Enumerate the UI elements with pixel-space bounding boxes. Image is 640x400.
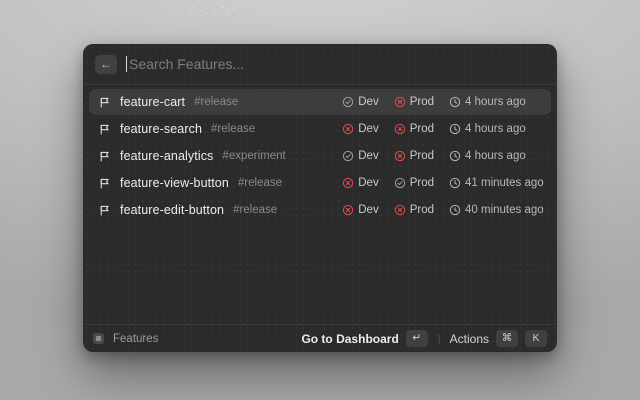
updated-time: 4 hours ago (449, 150, 545, 162)
dev-status-label: Dev (358, 204, 378, 216)
x-circle-icon (394, 150, 406, 162)
x-circle-icon (342, 123, 354, 135)
prod-status: Prod (394, 96, 434, 108)
dev-status-label: Dev (358, 150, 378, 162)
actions-button[interactable]: Actions (450, 332, 489, 346)
flag-icon (98, 177, 111, 190)
prod-status: Prod (394, 177, 434, 189)
prod-status: Prod (394, 123, 434, 135)
feature-row[interactable]: feature-search #release Dev Prod (89, 116, 551, 142)
prod-status-label: Prod (410, 177, 434, 189)
feature-row[interactable]: feature-edit-button #release Dev Prod (89, 197, 551, 223)
feature-row[interactable]: feature-view-button #release Dev Prod (89, 170, 551, 196)
dev-status: Dev (342, 96, 378, 108)
cmd-key-badge[interactable]: ⌘ (496, 330, 518, 347)
updated-time: 40 minutes ago (449, 204, 545, 216)
footer-source-label: Features (113, 333, 158, 345)
prod-status-label: Prod (410, 123, 434, 135)
feature-name: feature-analytics (120, 149, 213, 163)
updated-time-label: 40 minutes ago (465, 204, 544, 216)
feature-tag: #release (238, 177, 282, 189)
clock-icon (449, 123, 461, 135)
prod-status: Prod (394, 204, 434, 216)
prod-status-label: Prod (410, 204, 434, 216)
k-key-badge[interactable]: K (525, 330, 547, 347)
search-input[interactable]: Search Features... (129, 56, 244, 72)
dev-status: Dev (342, 150, 378, 162)
dev-status-label: Dev (358, 123, 378, 135)
updated-time: 41 minutes ago (449, 177, 545, 189)
footer-separator: | (438, 333, 441, 345)
feature-name: feature-view-button (120, 176, 229, 190)
feature-row[interactable]: feature-cart #release Dev Prod 4 (89, 89, 551, 115)
prod-status: Prod (394, 150, 434, 162)
dev-status: Dev (342, 204, 378, 216)
features-extension-icon (93, 333, 104, 344)
footer-bar: Features Go to Dashboard ↵ | Actions ⌘ K (83, 324, 557, 352)
check-circle-icon (342, 150, 354, 162)
flag-icon (98, 150, 111, 163)
results-list: feature-cart #release Dev Prod 4 (83, 85, 557, 324)
text-cursor (126, 56, 127, 72)
prod-status-label: Prod (410, 96, 434, 108)
x-circle-icon (342, 204, 354, 216)
feature-name: feature-edit-button (120, 203, 224, 217)
dev-status: Dev (342, 177, 378, 189)
flag-icon (98, 123, 111, 136)
command-palette-window: ← Search Features... feature-cart #relea… (83, 44, 557, 352)
feature-row[interactable]: feature-analytics #experiment Dev Prod (89, 143, 551, 169)
prod-status-label: Prod (410, 150, 434, 162)
back-arrow-icon: ← (100, 58, 112, 70)
search-bar: ← Search Features... (83, 44, 557, 84)
feature-tag: #release (211, 123, 255, 135)
clock-icon (449, 96, 461, 108)
updated-time-label: 41 minutes ago (465, 177, 544, 189)
check-circle-icon (342, 96, 354, 108)
flag-icon (98, 96, 111, 109)
feature-tag: #release (233, 204, 277, 216)
x-circle-icon (342, 177, 354, 189)
updated-time-label: 4 hours ago (465, 150, 526, 162)
updated-time-label: 4 hours ago (465, 96, 526, 108)
feature-name: feature-cart (120, 95, 185, 109)
feature-tag: #experiment (222, 150, 285, 162)
check-circle-icon (394, 177, 406, 189)
clock-icon (449, 177, 461, 189)
dev-status-label: Dev (358, 177, 378, 189)
flag-icon (98, 204, 111, 217)
enter-key-badge[interactable]: ↵ (406, 330, 428, 347)
clock-icon (449, 204, 461, 216)
updated-time-label: 4 hours ago (465, 123, 526, 135)
go-to-dashboard-button[interactable]: Go to Dashboard (301, 332, 398, 346)
dev-status-label: Dev (358, 96, 378, 108)
x-circle-icon (394, 96, 406, 108)
dev-status: Dev (342, 123, 378, 135)
feature-name: feature-search (120, 122, 202, 136)
feature-tag: #release (194, 96, 238, 108)
updated-time: 4 hours ago (449, 96, 545, 108)
back-button[interactable]: ← (95, 55, 117, 74)
x-circle-icon (394, 204, 406, 216)
updated-time: 4 hours ago (449, 123, 545, 135)
x-circle-icon (394, 123, 406, 135)
background-sparkles (185, 5, 186, 6)
clock-icon (449, 150, 461, 162)
